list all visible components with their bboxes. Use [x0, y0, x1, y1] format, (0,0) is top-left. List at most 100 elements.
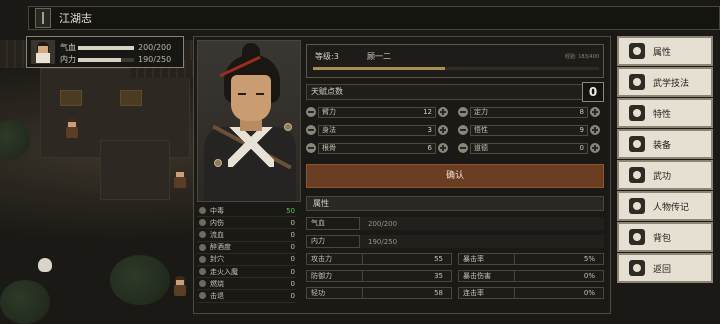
party-hp-bar: [78, 45, 134, 50]
status-effects-list: 中毒 50 内伤 0 流血 0 醉酒度 0 封穴 0 走火入魔 0 燃烧 0 击退 0: [197, 205, 297, 311]
menu-button[interactable]: 特性: [617, 98, 713, 128]
attr-mp-label: 内力: [306, 235, 360, 248]
bag-icon: [629, 229, 645, 245]
stat-cell: 攻击力 55: [306, 253, 452, 265]
status-value: 0: [290, 279, 295, 288]
party-mp-bar: [78, 57, 134, 62]
attribute-name: 身法: [322, 126, 336, 134]
top-bar: 江湖志: [28, 6, 720, 30]
stat-name: 轻功: [307, 288, 363, 298]
trait-icon: [629, 105, 645, 121]
plus-button[interactable]: [590, 143, 600, 153]
stat-value: 0%: [583, 272, 595, 280]
person-icon: [629, 43, 645, 59]
menu-button-label: 装备: [653, 140, 672, 151]
game-screen: 江湖志 气血 200/200 内力 190/250 中毒 50 内伤 0 流血 0 醉酒度 0…: [0, 0, 720, 324]
npc-villager: [172, 168, 188, 190]
attribute-name: 根骨: [322, 144, 336, 152]
attribute-value: 0: [579, 144, 584, 152]
menu-button-label: 武学技法: [653, 78, 690, 89]
npc-villager: [172, 276, 188, 298]
talent-points-row: 天赋点数: [306, 84, 604, 100]
status-row: 中毒 50: [197, 205, 297, 218]
door-icon: [629, 260, 645, 276]
attribute-point-box: 根骨 6: [318, 142, 436, 154]
status-icon: [199, 280, 206, 288]
stat-value: 35: [434, 272, 443, 280]
status-value: 0: [290, 218, 295, 227]
status-row: 燃烧 0: [197, 278, 297, 291]
menu-button[interactable]: 武学技法: [617, 67, 713, 97]
attribute-value: 9: [579, 126, 584, 134]
status-name: 流血: [210, 230, 224, 239]
menu-button[interactable]: 人物传记: [617, 191, 713, 221]
martial-icon: [629, 74, 645, 90]
minus-button[interactable]: [306, 125, 316, 135]
confirm-button[interactable]: 确认: [306, 164, 604, 188]
attribute-point-box: 臂力 12: [318, 106, 436, 118]
stat-name: 暴击伤害: [459, 271, 515, 281]
attr-hp-value: 200/200: [368, 219, 398, 228]
party-mp-value: 190/250: [138, 55, 172, 64]
minus-button[interactable]: [306, 107, 316, 117]
attribute-point-box: 道德 0: [470, 142, 588, 154]
stat-name: 暴击率: [459, 254, 515, 264]
menu-button-label: 属性: [653, 47, 672, 58]
book-icon: [629, 198, 645, 214]
talent-points-value: 0: [582, 82, 604, 102]
status-row: 走火入魔 0: [197, 266, 297, 279]
attribute-name: 臂力: [322, 108, 336, 116]
menu-button[interactable]: 装备: [617, 129, 713, 159]
plus-button[interactable]: [590, 107, 600, 117]
plus-button[interactable]: [590, 125, 600, 135]
goose-sprite: [38, 258, 52, 272]
minus-button[interactable]: [458, 107, 468, 117]
attribute-name: 定力: [474, 108, 488, 116]
stat-cell: 轻功 58: [306, 287, 452, 299]
level-box: 等级:3 顾一二 经验: 183/400: [306, 44, 604, 78]
menu-button[interactable]: 返回: [617, 253, 713, 283]
status-name: 醉酒度: [210, 243, 231, 252]
plus-button[interactable]: [438, 107, 448, 117]
plus-button[interactable]: [438, 143, 448, 153]
level-label: 等级:3: [315, 52, 339, 61]
status-icon: [199, 292, 206, 300]
npc-villager: [64, 118, 80, 140]
status-icon: [199, 207, 206, 215]
menu-button[interactable]: 属性: [617, 36, 713, 66]
minus-button[interactable]: [458, 125, 468, 135]
attr-mp-row: 内力 190/250: [306, 235, 604, 248]
stat-name: 防御力: [307, 271, 363, 281]
attribute-point-box: 定力 8: [470, 106, 588, 118]
avatar: [31, 40, 55, 64]
stat-value: 5%: [583, 255, 595, 263]
journal-book-icon[interactable]: [35, 8, 51, 28]
stat-value: 58: [434, 289, 443, 297]
minus-button[interactable]: [458, 143, 468, 153]
status-row: 内伤 0: [197, 217, 297, 230]
attributes-header: 属性: [306, 196, 604, 211]
status-icon: [199, 243, 206, 251]
stat-cell: 暴击率 5%: [458, 253, 604, 265]
attr-hp-row: 气血 200/200: [306, 217, 604, 230]
status-row: 击退 0: [197, 290, 297, 303]
attribute-name: 悟性: [474, 126, 488, 134]
status-row: 醉酒度 0: [197, 242, 297, 254]
status-icon: [199, 219, 206, 227]
stat-value: 0%: [583, 289, 595, 297]
status-name: 封穴: [210, 255, 224, 264]
attribute-point-row: 臂力 12: [306, 106, 448, 118]
scroll-icon: [629, 167, 645, 183]
attribute-point-box: 悟性 9: [470, 124, 588, 136]
menu-button-label: 特性: [653, 109, 672, 120]
plus-button[interactable]: [438, 125, 448, 135]
party-member-card[interactable]: 气血 200/200 内力 190/250: [26, 36, 184, 68]
menu-button[interactable]: 武功: [617, 160, 713, 190]
menu-button[interactable]: 背包: [617, 222, 713, 252]
minus-button[interactable]: [306, 143, 316, 153]
attr-hp-label: 气血: [306, 217, 360, 230]
attr-mp-value: 190/250: [368, 237, 398, 246]
character-portrait: [197, 40, 301, 202]
talent-points-label: 天赋点数: [311, 87, 343, 96]
status-name: 燃烧: [210, 279, 224, 288]
